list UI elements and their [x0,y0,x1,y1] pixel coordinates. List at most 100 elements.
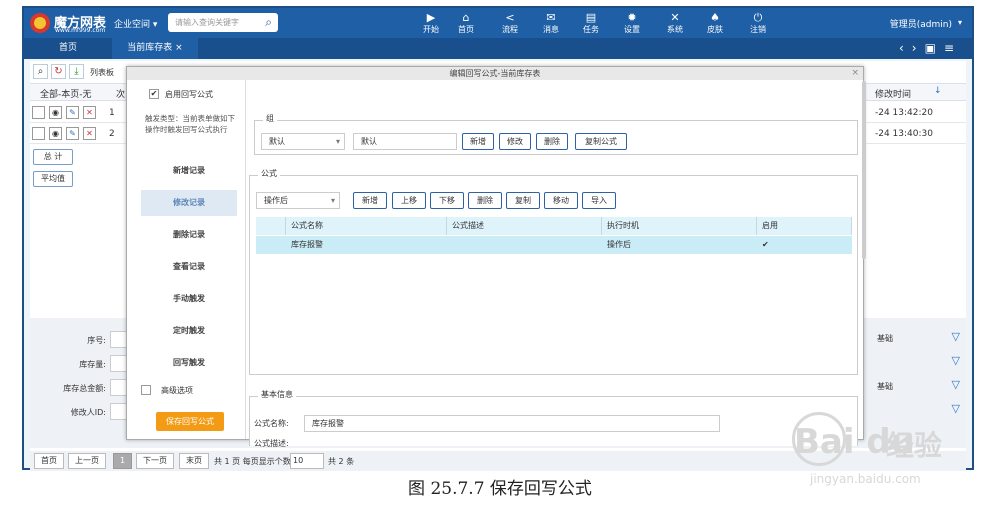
col-seq: 次 [116,90,126,100]
trigger-writeback[interactable]: 回写触发 [141,350,237,376]
search-input[interactable]: 请输入查询关键字 ⌕ [168,13,278,32]
tab-tools: ‹›▣≡ [899,41,962,55]
copy-formula-button[interactable]: 复制公式 [575,133,627,150]
formula-desc-label: 公式描述: [254,439,289,448]
trigger-delete[interactable]: 删除记录 [141,222,237,248]
chevron-down-icon: ▾ [330,196,335,205]
group-edit-button[interactable]: 修改 [499,133,531,150]
total-button[interactable]: 总 计 [33,149,73,165]
formula-desc-cell [447,236,452,254]
power-icon: ⏻ [753,11,763,24]
chevron-right-icon[interactable]: › [912,41,925,55]
watermark: Bai du 经验 jingyan.baidu.com [788,410,958,494]
formula-import-button[interactable]: 导入 [582,192,616,209]
form-label: 修改人ID: [70,408,106,417]
nav-task[interactable]: ▤ 任务 [572,11,610,35]
close-icon[interactable]: × [851,67,859,80]
delete-icon[interactable]: ✕ [83,127,96,140]
save-icon[interactable]: ▣ [925,41,944,55]
filter-icon[interactable]: ▽ [952,330,960,343]
formula-add-button[interactable]: 新增 [353,192,387,209]
trigger-manual[interactable]: 手动触发 [141,286,237,312]
formula-delete-button[interactable]: 删除 [468,192,502,209]
search-icon[interactable]: ⌕ [265,15,272,30]
edit-icon[interactable]: ✎ [66,127,79,140]
nav-system[interactable]: ✕ 系统 [656,11,694,35]
move-down-button[interactable]: 下移 [430,192,464,209]
advanced-checkbox[interactable] [141,385,151,395]
refresh-icon[interactable]: ↻ [51,64,66,79]
filter-icon[interactable]: ▽ [952,354,960,367]
formula-section: 公式 操作后 ▾ 新增 上移 下移 删除 复制 移动 导入 公式名称 公式描述 执… [249,168,858,375]
dialog-title-text: 编辑回写公式-当前库存表 [449,69,541,78]
basic-info-section: 基本信息 公式名称: 库存报警 公式描述: [249,389,858,448]
formula-name-value: 库存报警 [312,419,344,428]
row-time: -24 13:40:30 [875,129,933,139]
formula-copy-button[interactable]: 复制 [506,192,540,209]
page-size-input[interactable]: 10 [290,453,324,469]
close-icon[interactable]: × [175,43,183,53]
group-select[interactable]: 默认 ▾ [261,133,345,150]
trigger-modify[interactable]: 修改记录 [141,190,237,216]
nav-skin[interactable]: ♠ 皮肤 [696,11,734,35]
header-spacer [256,217,286,235]
timing-select[interactable]: 操作后 ▾ [256,192,340,209]
formula-row[interactable]: 库存报警 操作后 ✔ [256,236,852,254]
row-checkbox[interactable] [32,106,45,119]
row-number: 2 [109,129,115,139]
search-icon[interactable]: ⌕ [33,64,48,79]
trigger-scheduled[interactable]: 定时触发 [141,318,237,344]
task-icon: ▤ [585,11,597,24]
average-button[interactable]: 平均值 [33,171,73,187]
tab-home[interactable]: 首页 [38,38,98,59]
current-page[interactable]: 1 [113,453,133,469]
col-modified[interactable]: 修改时间 [875,87,911,100]
first-page-button[interactable]: 首页 [34,453,64,469]
row-checkbox[interactable] [32,127,45,140]
enable-checkbox[interactable]: ✔ [149,89,159,99]
sort-down-icon[interactable]: ↓ [934,86,942,96]
formula-name-input[interactable]: 库存报警 [304,415,720,432]
col-all[interactable]: 全部-本页-无 [40,87,92,100]
filter-icon[interactable]: ▽ [952,378,960,391]
trigger-add[interactable]: 新增记录 [141,158,237,184]
scrollbar[interactable] [862,81,866,259]
user-menu[interactable]: 管理员(admin) ▾ [889,17,962,30]
nav-home[interactable]: ⌂ 首页 [447,11,485,35]
basic-info-title: 基本信息 [258,389,296,400]
nav-label: 皮肤 [707,25,723,34]
last-page-button[interactable]: 末页 [179,453,209,469]
nav-logout[interactable]: ⏻ 注销 [739,11,777,35]
delete-icon[interactable]: ✕ [83,106,96,119]
formula-name-label: 公式名称: [254,419,289,428]
nav-start[interactable]: ▶ 开始 [412,11,450,35]
group-delete-button[interactable]: 删除 [536,133,568,150]
view-icon[interactable]: ◉ [49,106,62,119]
formula-move-button[interactable]: 移动 [544,192,578,209]
dialog-main: 组 默认 ▾ 默认 新增 修改 删除 复制公式 公式 操作后 ▾ 新增 上移 下移 … [245,80,860,448]
nav-flow[interactable]: < 流程 [491,11,529,35]
tab-current-inventory[interactable]: 当前库存表 × [112,38,198,59]
search-placeholder: 请输入查询关键字 [175,18,239,27]
trigger-view[interactable]: 查看记录 [141,254,237,280]
export-icon[interactable]: ⤓ [69,64,84,79]
next-page-button[interactable]: 下一页 [136,453,174,469]
nav-settings[interactable]: ✹ 设置 [613,11,651,35]
group-name-input[interactable]: 默认 [353,133,457,150]
edit-icon[interactable]: ✎ [66,106,79,119]
user-label: 管理员(admin) [889,20,952,30]
form-label: 库存量: [79,360,106,369]
save-formula-button[interactable]: 保存回写公式 [156,412,224,431]
nav-message[interactable]: ✉ 消息 [532,11,570,35]
enabled-check-icon[interactable]: ✔ [757,236,769,254]
header-timing: 执行时机 [602,217,757,235]
prev-page-button[interactable]: 上一页 [68,453,106,469]
group-add-button[interactable]: 新增 [462,133,494,150]
enterprise-dropdown[interactable]: 企业空间 ▾ [114,17,157,30]
menu-icon[interactable]: ≡ [944,41,962,55]
dialog-title: 编辑回写公式-当前库存表 × [127,67,863,80]
move-up-button[interactable]: 上移 [392,192,426,209]
view-icon[interactable]: ◉ [49,127,62,140]
tab-label: 当前库存表 [127,43,173,53]
chevron-left-icon[interactable]: ‹ [899,41,912,55]
